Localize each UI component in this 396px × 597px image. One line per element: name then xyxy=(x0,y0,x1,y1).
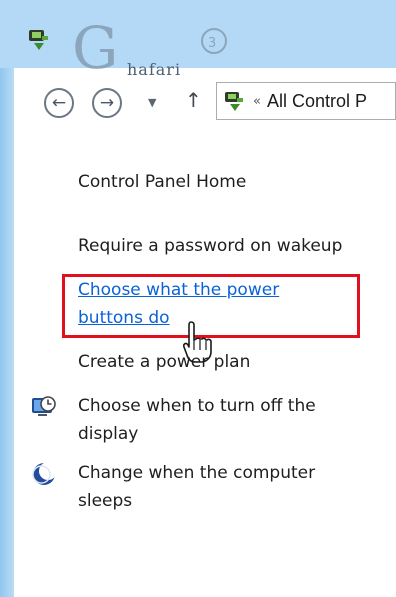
turn-off-display-link-line2[interactable]: display xyxy=(78,420,138,448)
address-chevron: « xyxy=(253,93,261,109)
svg-text:G: G xyxy=(72,16,118,76)
up-button[interactable]: ↑ xyxy=(185,88,202,112)
change-sleep-link-line1[interactable]: Change when the computer xyxy=(78,459,315,487)
control-panel-home-link[interactable]: Control Panel Home xyxy=(78,168,246,196)
recent-locations-dropdown[interactable]: ▼ xyxy=(148,96,156,109)
power-options-app-icon xyxy=(29,30,48,50)
forward-button[interactable]: → xyxy=(92,88,122,118)
back-arrow-icon: ← xyxy=(51,92,67,113)
watermark-text: hafari xyxy=(127,60,182,79)
turn-off-display-link-line1[interactable]: Choose when to turn off the xyxy=(78,392,316,420)
address-text[interactable]: All Control P xyxy=(267,91,367,112)
window-left-frame xyxy=(0,0,14,597)
create-power-plan-link[interactable]: Create a power plan xyxy=(78,348,250,376)
change-sleep-link-line2[interactable]: sleeps xyxy=(78,487,132,515)
control-panel-icon xyxy=(225,92,243,111)
svg-text:3: 3 xyxy=(208,36,216,51)
dropdown-chevron-icon: ▼ xyxy=(148,96,157,109)
require-password-link[interactable]: Require a password on wakeup xyxy=(78,232,342,260)
display-clock-icon xyxy=(32,396,56,416)
forward-arrow-icon: → xyxy=(99,92,115,113)
up-arrow-icon: ↑ xyxy=(185,88,202,112)
back-button[interactable]: ← xyxy=(44,88,74,118)
sleep-moon-icon xyxy=(32,462,57,485)
address-bar[interactable]: « All Control P xyxy=(216,82,396,120)
